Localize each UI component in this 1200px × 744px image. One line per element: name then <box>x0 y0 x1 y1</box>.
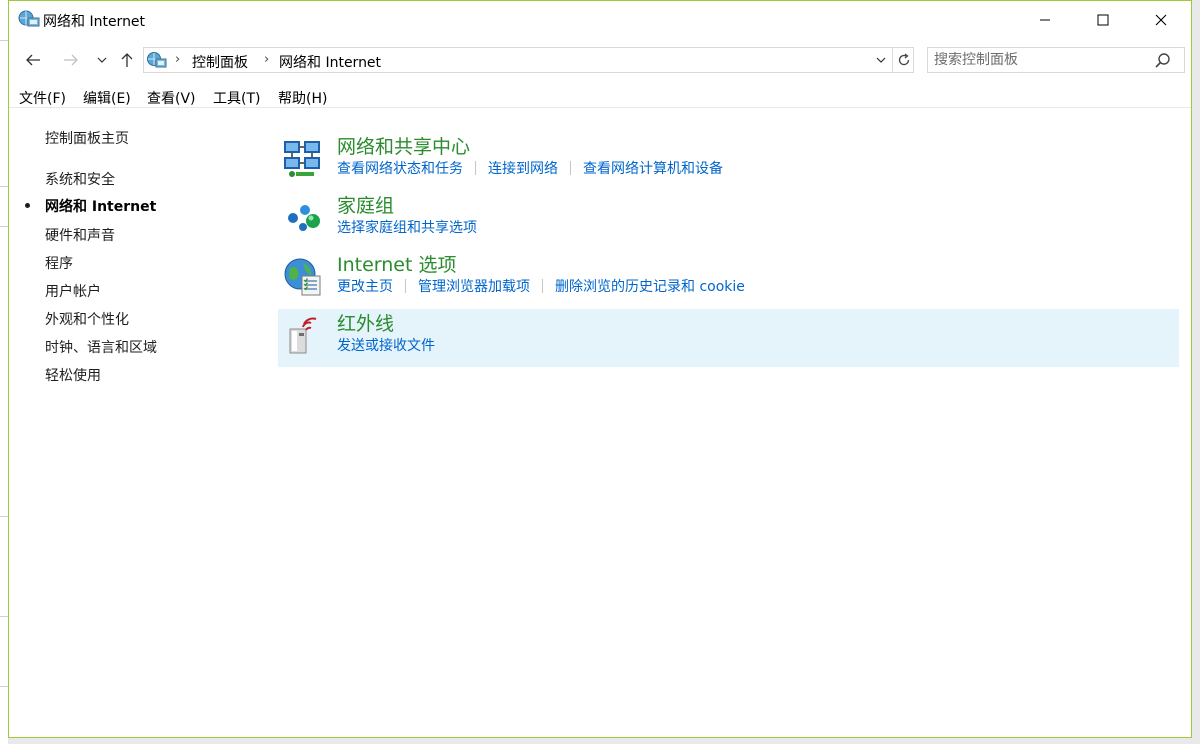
chevron-down-icon <box>97 57 107 63</box>
category-links: 查看网络状态和任务 连接到网络 查看网络计算机和设备 <box>337 158 723 178</box>
menu-tools[interactable]: 工具(T) <box>213 88 260 108</box>
search-input[interactable] <box>934 50 1149 70</box>
link-delete-browsing-history[interactable]: 删除浏览的历史记录和 cookie <box>555 279 745 295</box>
link-divider <box>542 279 543 293</box>
background-divider <box>0 226 8 227</box>
up-button[interactable] <box>114 47 140 73</box>
arrow-right-icon <box>64 54 78 66</box>
background-divider <box>0 186 8 187</box>
refresh-button[interactable] <box>892 48 915 72</box>
category-internet-options: Internet 选项 更改主页 管理浏览器加载项 删除浏览的历史记录和 cooki… <box>278 250 1179 308</box>
menu-divider <box>9 107 1191 108</box>
category-title[interactable]: 家庭组 <box>337 191 394 218</box>
recent-locations-button[interactable] <box>89 47 115 73</box>
minimize-button[interactable] <box>1016 1 1074 39</box>
maximize-button[interactable] <box>1074 1 1132 39</box>
menu-bar: 文件(F) 编辑(E) 查看(V) 工具(T) 帮助(H) <box>9 85 1191 107</box>
category-infrared[interactable]: 红外线 发送或接收文件 <box>278 309 1179 367</box>
nav-ease-of-access[interactable]: 轻松使用 <box>45 365 101 385</box>
background-divider <box>0 516 8 517</box>
control-panel-home-link[interactable]: 控制面板主页 <box>45 128 129 148</box>
background-divider <box>0 616 8 617</box>
control-panel-window: 网络和 Internet › 控制面板 › 网络和 Internet 搜索控制面… <box>8 0 1192 738</box>
menu-view[interactable]: 查看(V) <box>147 88 196 108</box>
search-box[interactable] <box>927 47 1185 73</box>
menu-file[interactable]: 文件(F) <box>19 88 66 108</box>
background-divider <box>0 40 8 41</box>
internet-options-icon[interactable] <box>282 256 324 298</box>
minimize-icon <box>1040 19 1050 21</box>
forward-button[interactable] <box>58 47 84 73</box>
nav-clock-language-region[interactable]: 时钟、语言和区域 <box>45 337 157 357</box>
breadcrumb-network-internet[interactable]: 网络和 Internet <box>279 52 381 72</box>
active-bullet-icon <box>25 203 30 208</box>
link-manage-addons[interactable]: 管理浏览器加载项 <box>418 279 530 295</box>
breadcrumb-control-panel[interactable]: 控制面板 <box>192 52 248 72</box>
back-button[interactable] <box>20 47 46 73</box>
background-window <box>0 0 8 744</box>
close-icon <box>1155 14 1167 26</box>
background-divider <box>0 686 8 687</box>
nav-user-accounts[interactable]: 用户帐户 <box>45 281 101 301</box>
nav-system-security[interactable]: 系统和安全 <box>45 169 115 189</box>
menu-edit[interactable]: 编辑(E) <box>83 88 131 108</box>
category-homegroup: 家庭组 选择家庭组和共享选项 <box>278 191 1179 249</box>
breadcrumb-chevron-icon[interactable]: › <box>175 52 180 67</box>
close-button[interactable] <box>1132 1 1190 39</box>
category-links: 发送或接收文件 <box>337 335 435 355</box>
network-globe-icon <box>18 10 40 27</box>
menu-help[interactable]: 帮助(H) <box>278 88 327 108</box>
network-sharing-center-icon[interactable] <box>282 138 324 180</box>
refresh-icon <box>898 53 910 66</box>
category-links: 选择家庭组和共享选项 <box>337 217 477 237</box>
link-connect-network[interactable]: 连接到网络 <box>488 161 558 177</box>
nav-programs[interactable]: 程序 <box>45 253 73 273</box>
category-title[interactable]: 红外线 <box>337 309 394 336</box>
title-bar[interactable]: 网络和 Internet <box>9 1 1191 39</box>
address-history-button[interactable] <box>871 48 891 72</box>
category-title[interactable]: 网络和共享中心 <box>337 132 470 159</box>
arrow-left-icon <box>26 54 40 66</box>
address-bar[interactable]: › 控制面板 › 网络和 Internet <box>143 47 914 73</box>
link-divider <box>570 161 571 175</box>
search-icon[interactable] <box>1154 52 1172 70</box>
link-divider <box>475 161 476 175</box>
infrared-icon[interactable] <box>282 315 324 357</box>
link-change-homepage[interactable]: 更改主页 <box>337 279 393 295</box>
nav-network-internet[interactable]: 网络和 Internet <box>45 196 156 216</box>
nav-hardware-sound[interactable]: 硬件和声音 <box>45 225 115 245</box>
network-globe-icon <box>147 52 167 68</box>
homegroup-icon[interactable] <box>282 197 324 239</box>
link-send-receive-files[interactable]: 发送或接收文件 <box>337 338 435 354</box>
window-title: 网络和 Internet <box>43 14 146 30</box>
link-view-network-computers[interactable]: 查看网络计算机和设备 <box>583 161 723 177</box>
breadcrumb-chevron-icon[interactable]: › <box>264 52 269 67</box>
chevron-down-icon <box>876 57 886 63</box>
link-divider <box>405 279 406 293</box>
category-network-sharing-center: 网络和共享中心 查看网络状态和任务 连接到网络 查看网络计算机和设备 <box>278 132 1179 190</box>
nav-appearance-personalization[interactable]: 外观和个性化 <box>45 309 129 329</box>
category-links: 更改主页 管理浏览器加载项 删除浏览的历史记录和 cookie <box>337 276 745 296</box>
link-homegroup-sharing-options[interactable]: 选择家庭组和共享选项 <box>337 220 477 236</box>
link-view-network-status[interactable]: 查看网络状态和任务 <box>337 161 463 177</box>
arrow-up-icon <box>121 53 133 67</box>
category-title[interactable]: Internet 选项 <box>337 250 456 277</box>
maximize-icon <box>1097 14 1109 26</box>
